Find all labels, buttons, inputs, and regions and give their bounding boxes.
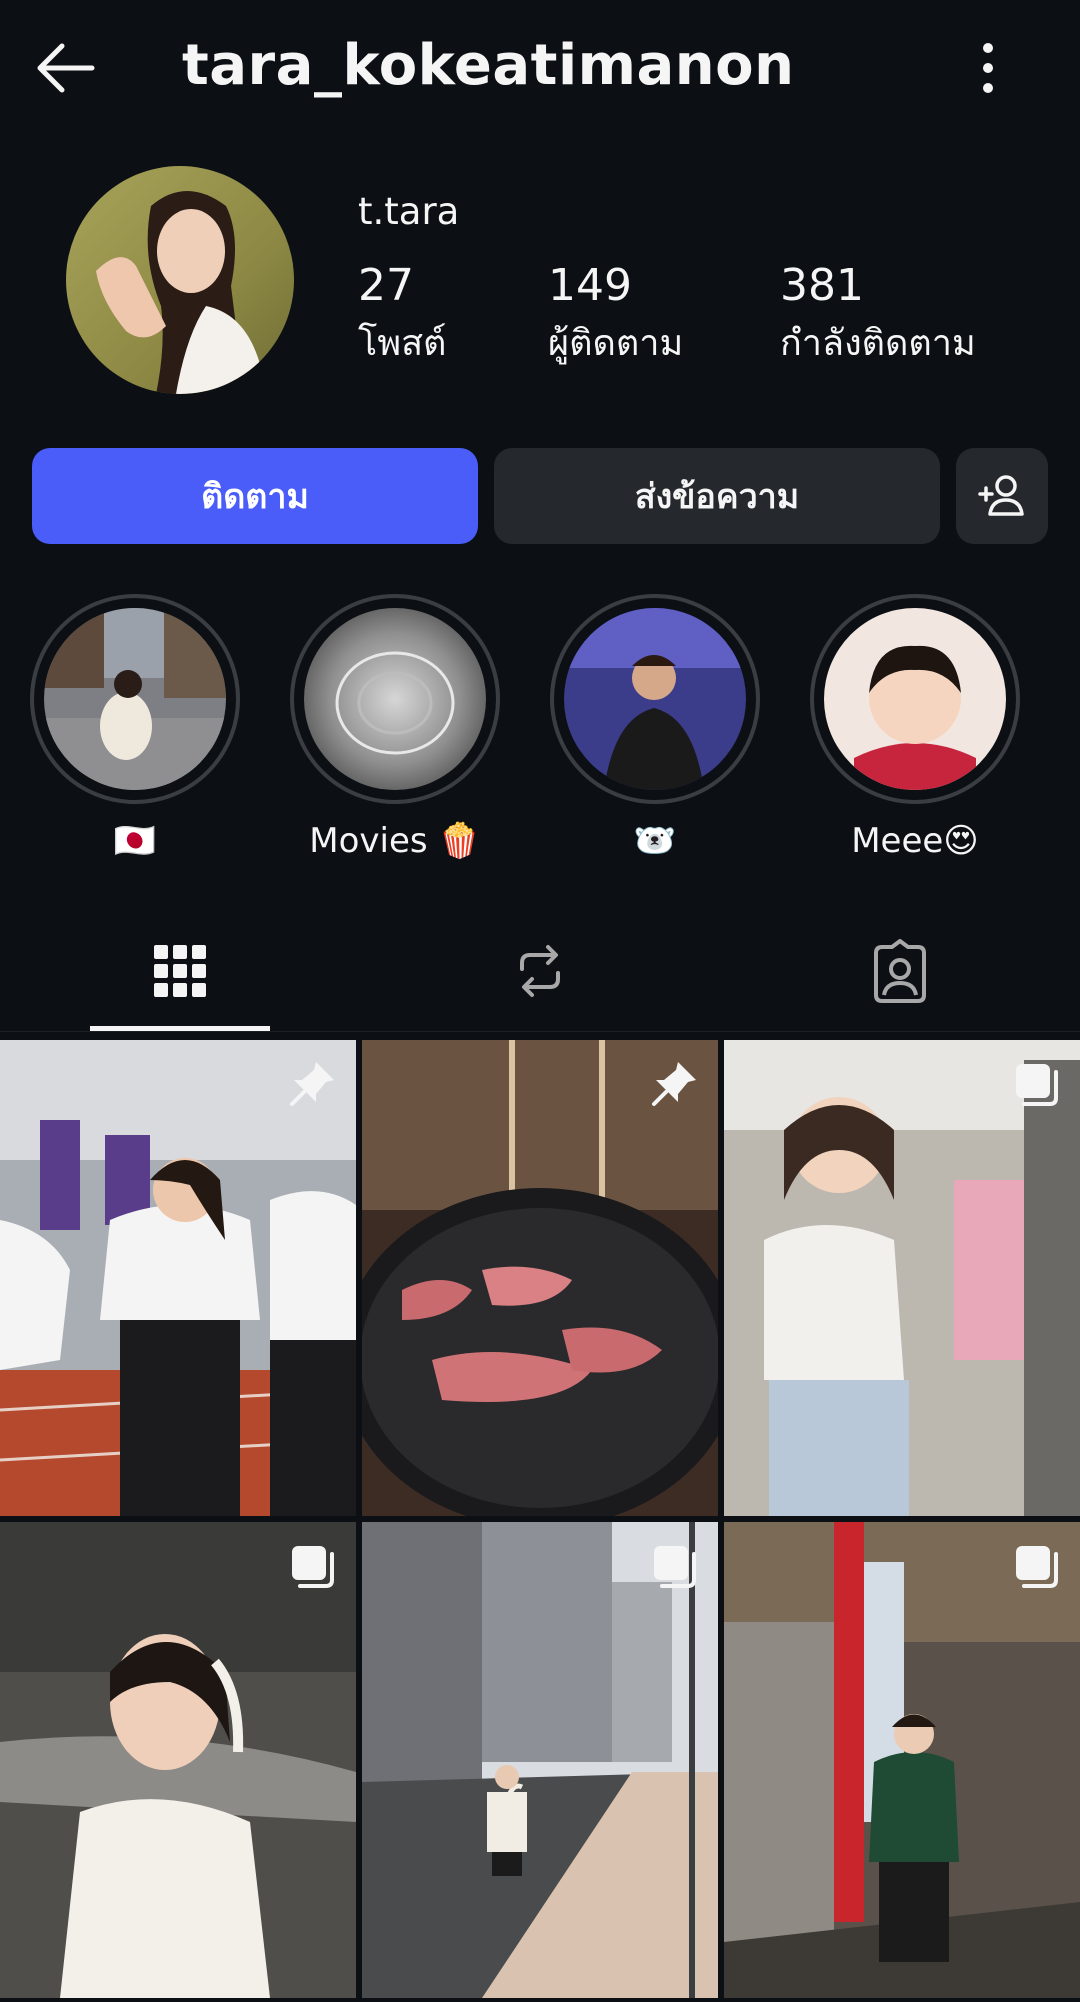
highlight-ring [550, 594, 760, 804]
highlight-label: Movies 🍿 [309, 821, 481, 861]
tab-reposts[interactable] [360, 910, 720, 1032]
tab-divider [0, 1031, 1080, 1032]
post-thumbnail[interactable] [0, 1522, 356, 1998]
post-thumbnail[interactable] [0, 1040, 356, 1516]
highlight-ring [290, 594, 500, 804]
following-count[interactable]: 381 กำลังติดตาม [780, 258, 976, 370]
stat-value: 149 [548, 260, 632, 311]
profile-display-name: t.tara [358, 190, 460, 233]
highlight-item[interactable]: Meee😍 [810, 594, 1020, 864]
highlight-label: 🇯🇵 [113, 821, 157, 861]
tab-posts-grid[interactable] [0, 910, 360, 1032]
highlight-label: Meee😍 [851, 821, 979, 861]
highlight-cover [304, 608, 486, 790]
posts-count[interactable]: 27 โพสต์ [358, 258, 446, 370]
highlight-ring [810, 594, 1020, 804]
highlight-cover [44, 608, 226, 790]
post-thumbnail[interactable] [362, 1040, 718, 1516]
highlight-label: 🐻‍❄️ [633, 821, 677, 861]
more-options-button[interactable] [960, 32, 1016, 104]
grid-icon [154, 945, 206, 997]
add-person-icon [978, 475, 1024, 516]
post-thumbnail[interactable] [362, 1522, 718, 1998]
stat-value: 381 [780, 260, 864, 311]
stat-label: ผู้ติดตาม [548, 323, 684, 364]
message-button[interactable]: ส่งข้อความ [494, 448, 940, 544]
profile-username: tara_kokeatimanon [182, 33, 795, 98]
more-vertical-icon [983, 43, 993, 93]
profile-avatar[interactable] [66, 166, 294, 394]
highlight-cover [824, 608, 1006, 790]
pin-icon [652, 1062, 696, 1106]
stat-label: โพสต์ [358, 323, 447, 364]
pin-icon [290, 1062, 334, 1106]
followers-count[interactable]: 149 ผู้ติดตาม [548, 258, 683, 370]
carousel-icon [654, 1546, 696, 1588]
carousel-icon [1016, 1546, 1058, 1588]
highlight-item[interactable]: Movies 🍿 [290, 594, 500, 864]
repost-icon [520, 945, 560, 997]
carousel-icon [1016, 1064, 1058, 1106]
tagged-person-icon [874, 939, 926, 1003]
top-bar: tara_kokeatimanon [0, 0, 1080, 135]
carousel-icon [292, 1546, 334, 1588]
tab-tagged[interactable] [720, 910, 1080, 1032]
highlight-ring [30, 594, 240, 804]
post-thumbnail[interactable] [724, 1522, 1080, 1998]
suggested-users-button[interactable] [956, 448, 1048, 544]
follow-button[interactable]: ติดตาม [32, 448, 478, 544]
highlight-item[interactable]: 🇯🇵 [30, 594, 240, 864]
highlight-item[interactable]: 🐻‍❄️ [550, 594, 760, 864]
stat-label: กำลังติดตาม [780, 323, 976, 364]
back-arrow-icon [37, 43, 95, 93]
back-button[interactable] [30, 32, 102, 104]
post-thumbnail[interactable] [724, 1040, 1080, 1516]
stat-value: 27 [358, 260, 414, 311]
highlight-cover [564, 608, 746, 790]
